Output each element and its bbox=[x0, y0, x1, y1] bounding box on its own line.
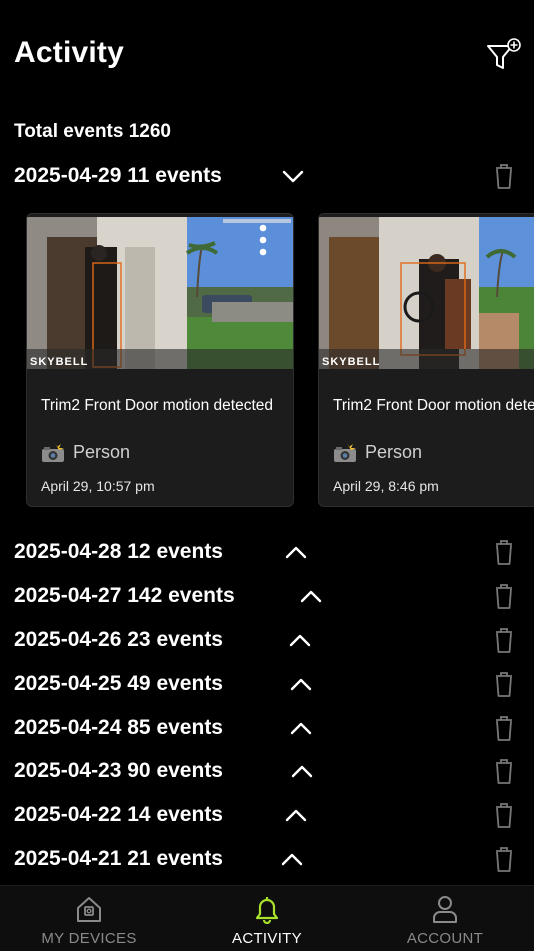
event-time: April 29, 8:46 pm bbox=[333, 478, 439, 494]
chevron-down-icon[interactable] bbox=[281, 166, 305, 186]
user-icon bbox=[433, 896, 457, 923]
day-group[interactable]: 2025-04-27 142 events bbox=[0, 578, 534, 614]
event-type-label: Person bbox=[365, 442, 423, 462]
trash-icon[interactable] bbox=[492, 162, 516, 190]
bell-icon bbox=[255, 897, 279, 924]
header: Activity bbox=[0, 0, 534, 110]
day-group[interactable]: 2025-04-23 90 events bbox=[0, 753, 534, 789]
tab-my-devices[interactable]: MY DEVICES bbox=[0, 886, 178, 951]
tab-activity[interactable]: ACTIVITY bbox=[178, 886, 356, 951]
page-title: Activity bbox=[14, 36, 124, 69]
day-label: 2025-04-29 11 events bbox=[14, 164, 222, 187]
camera-flash-icon bbox=[334, 442, 356, 462]
trash-icon[interactable] bbox=[492, 845, 516, 873]
filter-add-icon bbox=[487, 38, 521, 69]
add-filter-button[interactable] bbox=[484, 38, 524, 74]
tab-label: MY DEVICES bbox=[41, 930, 137, 947]
day-group[interactable]: 2025-04-22 14 events bbox=[0, 797, 534, 833]
day-label: 2025-04-23 90 events bbox=[14, 759, 223, 782]
day-label: 2025-04-22 14 events bbox=[14, 803, 223, 826]
day-label: 2025-04-28 12 events bbox=[14, 540, 223, 563]
event-thumbnail[interactable]: SKYBELL bbox=[319, 217, 534, 369]
event-title: Trim2 Front Door motion detected bbox=[41, 397, 274, 414]
event-type: Person bbox=[333, 442, 422, 463]
chevron-up-icon[interactable] bbox=[288, 630, 312, 650]
event-title: Trim2 Front Door motion detected bbox=[333, 397, 534, 414]
trash-icon[interactable] bbox=[492, 801, 516, 829]
tab-label: ACTIVITY bbox=[232, 930, 302, 947]
day-label: 2025-04-24 85 events bbox=[14, 716, 223, 739]
trash-icon[interactable] bbox=[492, 538, 516, 566]
day-group[interactable]: 2025-04-24 85 events bbox=[0, 710, 534, 746]
chevron-up-icon[interactable] bbox=[299, 586, 323, 606]
day-group[interactable]: 2025-04-21 21 events bbox=[0, 841, 534, 877]
chevron-up-icon[interactable] bbox=[280, 849, 304, 869]
event-card[interactable]: SKYBELL Trim2 Front Door motion detected… bbox=[26, 213, 294, 507]
trash-icon[interactable] bbox=[492, 670, 516, 698]
chevron-up-icon[interactable] bbox=[290, 761, 314, 781]
more-options-icon[interactable] bbox=[259, 224, 267, 260]
camera-flash-icon bbox=[42, 442, 64, 462]
bottom-tab-bar: MY DEVICES ACTIVITY ACCOUNT bbox=[0, 885, 534, 951]
home-icon bbox=[77, 897, 101, 922]
event-type-label: Person bbox=[73, 442, 131, 462]
skybell-watermark: SKYBELL bbox=[30, 356, 88, 368]
trash-icon[interactable] bbox=[492, 626, 516, 654]
trash-icon[interactable] bbox=[492, 714, 516, 742]
event-carousel[interactable]: SKYBELL Trim2 Front Door motion detected… bbox=[0, 211, 534, 509]
trash-icon[interactable] bbox=[492, 582, 516, 610]
chevron-up-icon[interactable] bbox=[284, 805, 308, 825]
chevron-up-icon[interactable] bbox=[289, 718, 313, 738]
total-events: Total events 1260 bbox=[14, 121, 172, 142]
tab-label: ACCOUNT bbox=[406, 930, 484, 947]
tab-account[interactable]: ACCOUNT bbox=[356, 886, 534, 951]
skybell-watermark: SKYBELL bbox=[322, 356, 380, 368]
chevron-up-icon[interactable] bbox=[289, 674, 313, 694]
chevron-up-icon[interactable] bbox=[284, 542, 308, 562]
day-label: 2025-04-25 49 events bbox=[14, 672, 223, 695]
day-label: 2025-04-26 23 events bbox=[14, 628, 223, 651]
event-thumbnail[interactable]: SKYBELL bbox=[27, 217, 293, 369]
day-group-expanded[interactable]: 2025-04-29 11 events bbox=[0, 158, 534, 194]
event-type: Person bbox=[41, 442, 130, 463]
day-group[interactable]: 2025-04-28 12 events bbox=[0, 534, 534, 570]
event-time: April 29, 10:57 pm bbox=[41, 478, 155, 494]
day-group[interactable]: 2025-04-26 23 events bbox=[0, 622, 534, 658]
event-card[interactable]: SKYBELL Trim2 Front Door motion detected… bbox=[318, 213, 534, 507]
day-group[interactable]: 2025-04-25 49 events bbox=[0, 666, 534, 702]
trash-icon[interactable] bbox=[492, 757, 516, 785]
day-label: 2025-04-21 21 events bbox=[14, 847, 223, 870]
day-label: 2025-04-27 142 events bbox=[14, 584, 235, 607]
